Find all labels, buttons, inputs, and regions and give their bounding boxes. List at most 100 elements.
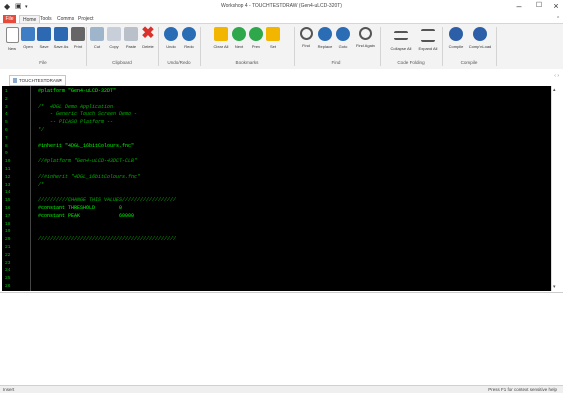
copy-button[interactable]: Copy xyxy=(105,27,123,49)
goto-button[interactable]: Goto xyxy=(334,27,352,49)
line-number: 8 xyxy=(5,143,8,149)
save-as-icon xyxy=(54,27,68,41)
tab-close-icon[interactable]: × xyxy=(59,76,62,85)
maximize-button[interactable]: ☐ xyxy=(532,1,546,11)
scroll-down-icon[interactable]: ▾ xyxy=(553,284,556,290)
line-number: 2 xyxy=(5,96,8,102)
line-number: 9 xyxy=(5,151,8,157)
prev-bookmark-button[interactable]: Prev xyxy=(247,27,265,49)
code-line: ////////////////////////////////////////… xyxy=(38,236,177,243)
code-line: #constant THRESHOLD 0 xyxy=(38,205,123,211)
group-label-clipboard: Clipboard xyxy=(112,60,132,65)
goto-icon xyxy=(336,27,350,41)
bookmark-set-icon xyxy=(266,27,280,41)
file-tab[interactable]: TOUCHTESTDRAW* × xyxy=(9,75,66,86)
delete-button[interactable]: ✖ Delete xyxy=(139,25,157,50)
code-line: /* xyxy=(38,181,45,188)
magnifier-icon xyxy=(299,27,313,40)
save-button[interactable]: Save xyxy=(35,27,53,49)
line-number: 16 xyxy=(5,206,11,211)
line-number: 1 xyxy=(5,89,8,94)
minimize-button[interactable]: – xyxy=(512,1,526,11)
copy-icon xyxy=(107,27,121,41)
undo-button[interactable]: Undo xyxy=(162,27,180,49)
bookmark-clear-icon xyxy=(214,27,228,41)
line-number: 3 xyxy=(5,104,8,110)
line-number: 13 xyxy=(5,182,11,188)
group-label-undo-redo: Undo/Redo xyxy=(167,60,191,65)
group-label-code-folding: Code Folding xyxy=(397,60,425,65)
find-again-icon xyxy=(358,27,372,40)
expand-icon xyxy=(421,29,435,42)
menu-tools[interactable]: Tools xyxy=(37,15,55,23)
next-bookmark-button[interactable]: Next xyxy=(230,27,248,49)
upload-icon xyxy=(473,27,487,41)
collapse-all-button[interactable]: Collapse All xyxy=(390,27,412,51)
code-line: */ xyxy=(38,127,45,133)
save-as-button[interactable]: Save As xyxy=(52,27,70,49)
group-separator xyxy=(496,27,497,66)
line-number-gutter: 1 2 3 4 5 6 7 8 9 10 11 12 13 14 15 16 17 18 19 20 21 22 23 24 2… xyxy=(2,86,30,291)
window-title: Workshop 4 - TOUCHTESTDRAW (Gen4-uLCD-32… xyxy=(221,3,342,9)
menu-file[interactable]: File xyxy=(3,15,16,23)
replace-button[interactable]: Replace xyxy=(316,27,334,49)
undo-icon xyxy=(164,27,178,41)
next-icon xyxy=(232,27,246,41)
line-number: 12 xyxy=(5,174,11,180)
find-again-button[interactable]: Find Again xyxy=(356,27,375,48)
line-number: 11 xyxy=(5,167,11,172)
code-line: #inherit "4DGL_16bitColours.fnc" xyxy=(38,142,135,149)
line-number: 22 xyxy=(5,252,11,258)
clear-all-button[interactable]: Clear All xyxy=(212,27,230,49)
output-pane[interactable] xyxy=(0,292,563,386)
expand-all-button[interactable]: Expand All xyxy=(417,27,439,51)
line-number: 10 xyxy=(5,159,11,165)
line-number: 14 xyxy=(5,190,11,196)
close-button[interactable]: × xyxy=(549,1,563,11)
menu-project[interactable]: Project xyxy=(75,15,97,23)
ribbon-collapse-icon[interactable]: ⌃ xyxy=(553,15,563,23)
line-number: 24 xyxy=(5,268,11,274)
line-number: 23 xyxy=(5,260,11,266)
redo-icon xyxy=(182,27,196,41)
line-number: 4 xyxy=(5,112,8,118)
code-line: -- PICASO Platform -- xyxy=(38,119,114,126)
print-button[interactable]: Print xyxy=(69,27,87,49)
compile-load-button[interactable]: Comp'nLoad xyxy=(468,27,492,49)
group-label-bookmarks: Bookmarks xyxy=(235,60,259,65)
ribbon: New Open Save Save As Print File Cut Cop… xyxy=(0,23,563,70)
tab-scroll-icon[interactable]: ‹ › xyxy=(554,73,559,79)
group-label-file: File xyxy=(39,60,47,65)
line-number: 21 xyxy=(5,245,11,250)
folder-open-icon xyxy=(21,27,35,41)
document-icon xyxy=(13,78,17,84)
paste-icon xyxy=(124,27,138,41)
redo-button[interactable]: Redo xyxy=(180,27,198,49)
line-number: 18 xyxy=(5,221,11,227)
cut-button[interactable]: Cut xyxy=(88,27,106,49)
line-number: 26 xyxy=(5,284,11,289)
scissors-icon xyxy=(90,27,104,41)
menu-bar: File Home Tools Comms Project ⌃ xyxy=(0,14,563,24)
paste-button[interactable]: Paste xyxy=(122,27,140,49)
set-bookmark-button[interactable]: Set xyxy=(264,27,282,49)
title-bar: ◆ ▣ ▾ Workshop 4 - TOUCHTESTDRAW (Gen4-u… xyxy=(0,0,563,14)
file-tab-label: TOUCHTESTDRAW* xyxy=(19,78,62,83)
scroll-up-icon[interactable]: ▴ xyxy=(553,87,556,93)
line-number: 20 xyxy=(5,237,11,243)
code-editor[interactable]: 1 2 3 4 5 6 7 8 9 10 11 12 13 14 15 16 17 18 19 20 21 22 23 24 2… xyxy=(2,86,559,291)
collapse-icon xyxy=(394,31,408,40)
line-number: 25 xyxy=(5,276,11,282)
menu-comms[interactable]: Comms xyxy=(54,15,77,23)
file-tab-bar: TOUCHTESTDRAW* × ‹ › xyxy=(0,69,563,86)
find-button[interactable]: Find xyxy=(297,27,315,48)
gutter-divider xyxy=(30,86,31,291)
code-line: #platform "Gen4-uLCD-32DT" xyxy=(38,88,117,94)
printer-icon xyxy=(71,27,85,41)
compile-button[interactable]: Compile xyxy=(447,27,465,49)
line-number: 17 xyxy=(5,213,11,219)
line-number: 7 xyxy=(5,135,8,141)
delete-x-icon: ✖ xyxy=(141,25,155,42)
vertical-scrollbar[interactable]: ▴ ▾ xyxy=(551,86,559,291)
code-line: /* 4DGL Demo Application xyxy=(38,103,114,110)
